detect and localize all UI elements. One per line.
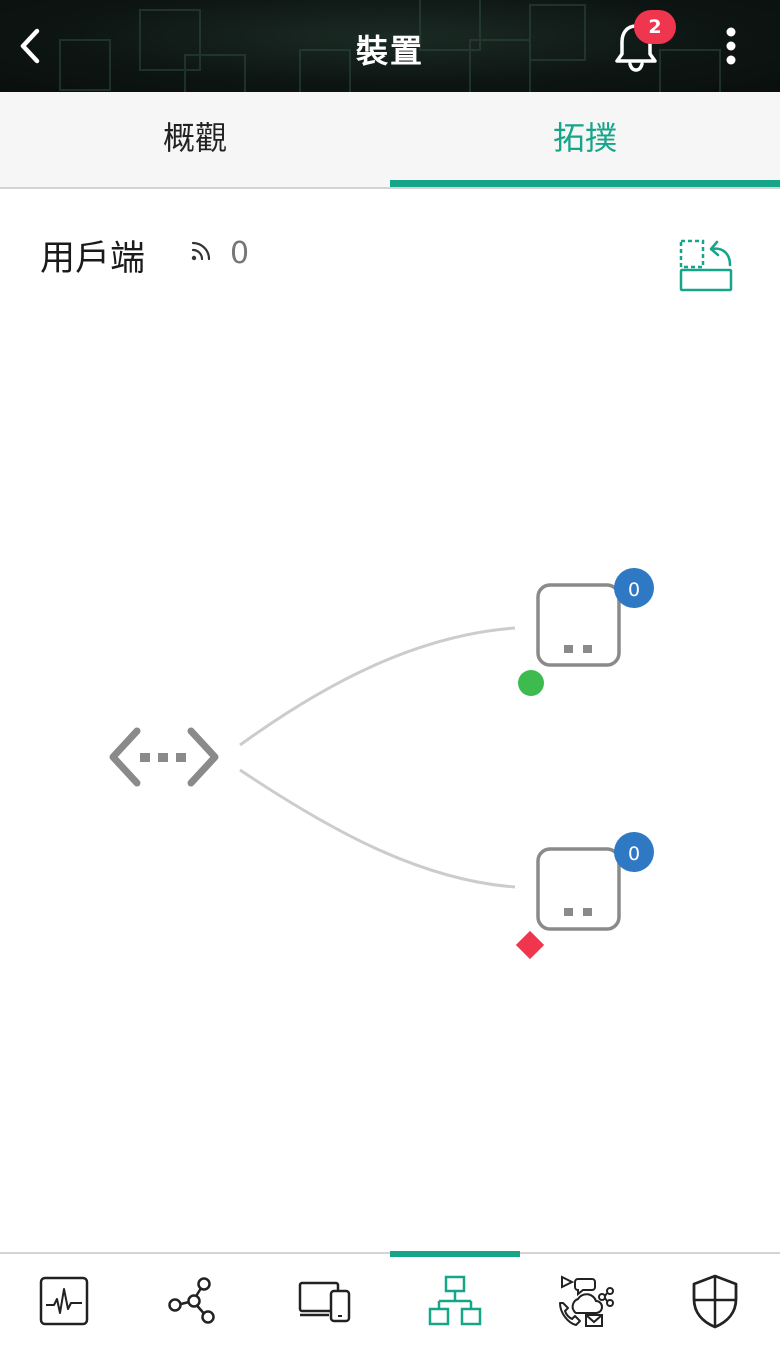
client-count-badge: 0 [614,568,654,608]
status-offline-indicator [515,930,545,960]
access-point-node[interactable] [536,847,621,931]
devices-icon [298,1281,351,1323]
nav-network[interactable] [156,1266,226,1336]
nav-topology[interactable] [420,1266,490,1336]
clients-count: 0 [230,236,250,271]
vertical-dots-icon [726,27,736,65]
network-nodes-icon [168,1277,215,1324]
active-nav-indicator [390,1251,520,1257]
clients-label: 用戶端 [40,239,146,279]
active-tab-indicator [390,180,780,187]
client-count-badge: 0 [614,832,654,872]
tab-overview[interactable]: 概觀 [0,92,390,187]
svg-text:0: 0 [628,843,640,865]
topology-icon [428,1275,482,1326]
rotate-layout-button[interactable] [678,238,736,294]
shield-icon [692,1274,738,1329]
topology-canvas: 0 0 [109,568,654,960]
access-point-node[interactable] [536,583,621,667]
notification-badge: 2 [634,10,676,44]
nav-monitor[interactable] [29,1266,99,1336]
activity-monitor-icon [39,1276,89,1326]
nav-devices[interactable] [290,1266,360,1336]
topology-link [239,768,516,889]
app-header: 裝置 2 [0,0,780,92]
switch-icon[interactable] [109,727,219,787]
nav-security[interactable] [680,1266,750,1336]
access-point-icon [536,583,621,667]
wifi-signal-icon [191,241,211,261]
nav-communications[interactable] [550,1266,620,1336]
status-online-indicator [518,670,544,696]
access-point-icon [536,847,621,931]
topology-link [239,626,516,747]
more-options-button[interactable] [716,24,746,68]
svg-text:0: 0 [628,579,640,601]
communications-icon [559,1275,614,1327]
tab-topology[interactable]: 拓撲 [390,92,780,187]
rotate-layout-icon [679,239,733,292]
tab-bar: 概觀 拓撲 [0,92,780,189]
bottom-navigation [0,1252,780,1349]
